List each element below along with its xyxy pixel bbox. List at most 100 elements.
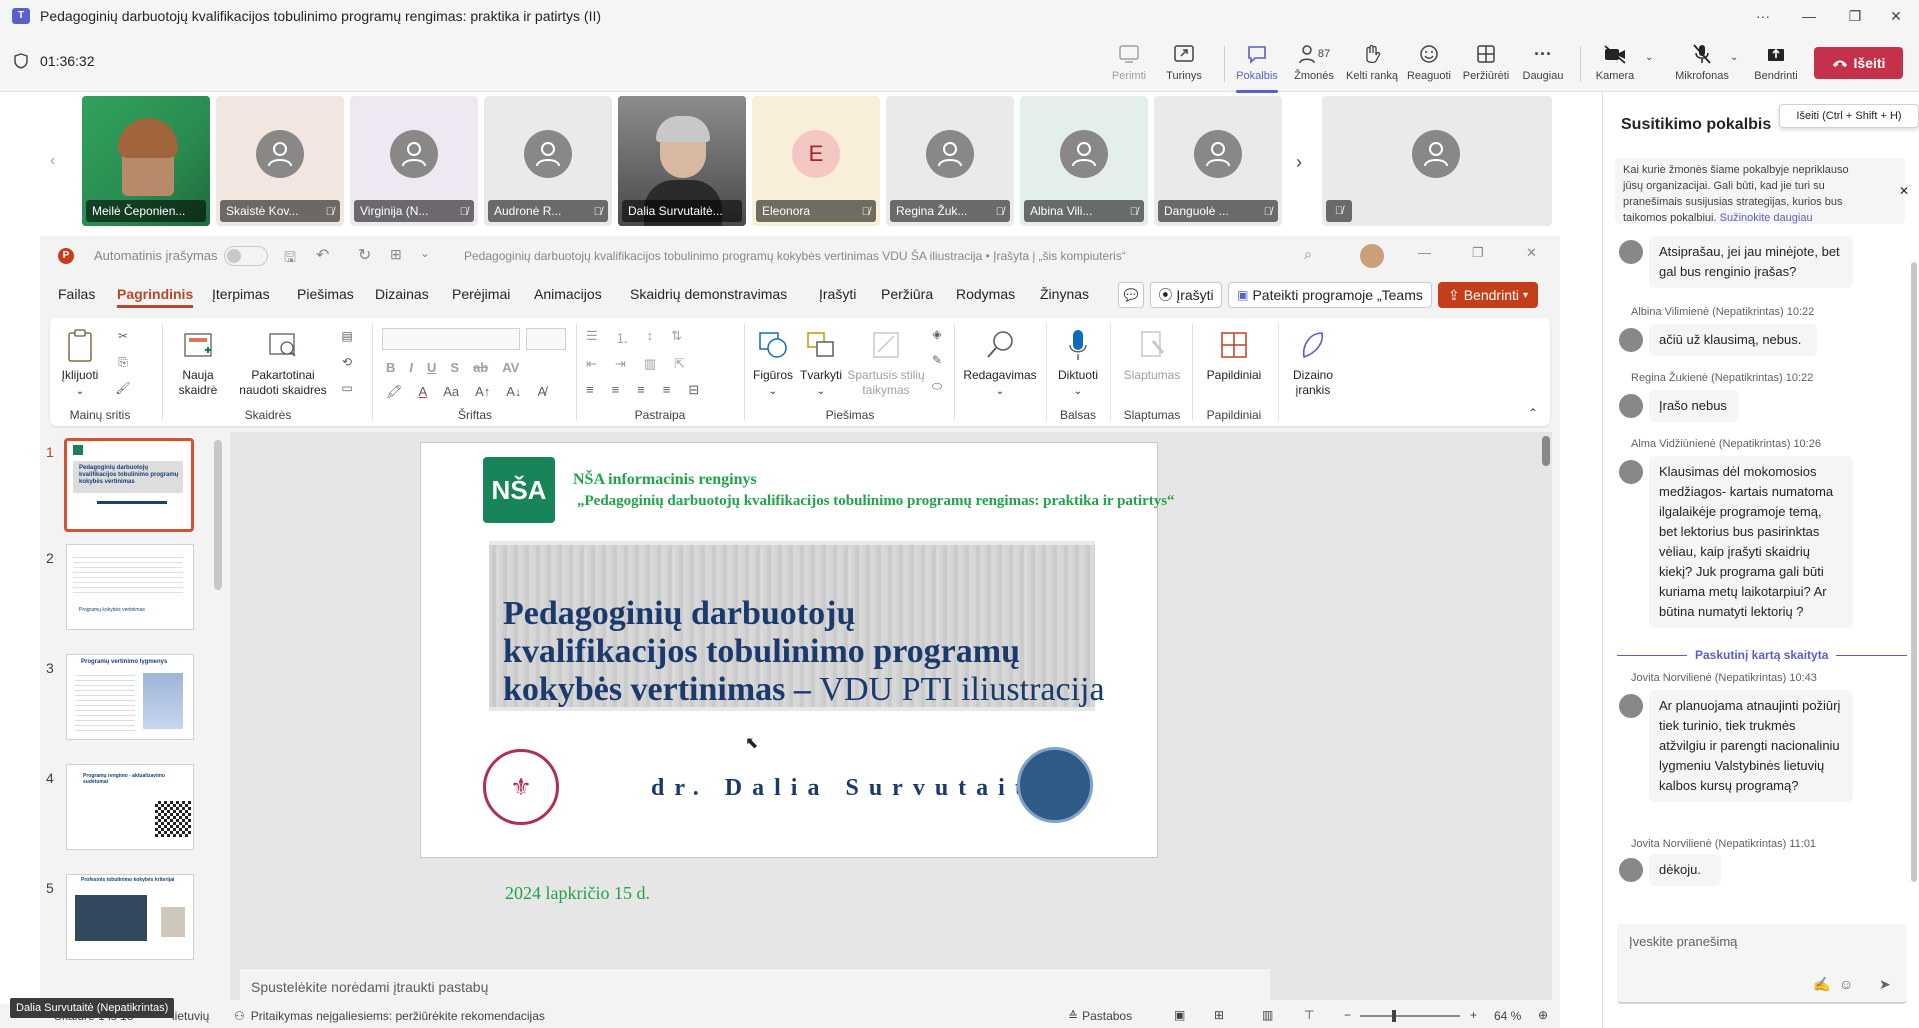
notes-toggle[interactable]: ≙ Pastabos [1068, 1009, 1132, 1023]
comments-icon[interactable]: 💬 [1118, 282, 1144, 308]
participant-tile[interactable]: 🎙̸ [1322, 96, 1552, 226]
tab-file[interactable]: Failas [58, 286, 95, 302]
shape-fill-icon[interactable]: ◈ [928, 326, 946, 342]
mic-options-chevron-icon[interactable]: ⌄ [1730, 52, 1738, 63]
justify-icon[interactable]: ≡ [663, 382, 671, 398]
participant-tile-active-speaker[interactable]: Dalia Survutaitė... [618, 96, 746, 226]
share-button[interactable]: Bendrinti [1747, 42, 1805, 82]
present-icon[interactable]: ⊞ [390, 246, 402, 263]
gallery-prev-icon[interactable]: ‹ [50, 152, 55, 170]
ppt-restore-icon[interactable]: ❐ [1472, 245, 1484, 261]
autosave-toggle[interactable] [224, 246, 268, 266]
tab-record[interactable]: Įrašyti [819, 286, 856, 302]
undo-icon[interactable]: ↶ [316, 245, 329, 265]
shape-effects-icon[interactable]: ⬭ [928, 378, 946, 394]
editing-button[interactable]: Redagavimas ⌄ [958, 326, 1042, 399]
slide-thumbnail-5[interactable]: Profesinis tobulinimo kokybės kriterijai [66, 874, 194, 960]
slide-scrollbar[interactable] [1542, 436, 1550, 466]
language-status[interactable]: lietuvių [172, 1009, 209, 1023]
camera-button[interactable]: Kamera [1586, 42, 1644, 82]
cut-icon[interactable]: ✂ [114, 328, 132, 344]
more-button[interactable]: ··· Daugiau [1514, 42, 1572, 83]
reuse-slides-button[interactable]: Pakartotinai naudoti skaidres [238, 326, 328, 398]
section-icon[interactable]: ▭ [338, 380, 356, 396]
increase-indent-icon[interactable]: ⇥ [615, 356, 626, 372]
people-button[interactable]: 87 Žmonės [1285, 42, 1343, 82]
ppt-close-icon[interactable]: ✕ [1526, 245, 1537, 261]
message-input[interactable]: Įveskite pranešimą ✍ ☺ ➤ [1617, 924, 1907, 1004]
user-avatar[interactable] [1360, 244, 1384, 268]
react-button[interactable]: Reaguoti [1400, 42, 1458, 82]
tab-view[interactable]: Rodymas [956, 286, 1015, 302]
sensitivity-button[interactable]: Slaptumas [1116, 326, 1188, 383]
slide-sorter-icon[interactable]: ⊞ [1214, 1008, 1224, 1022]
leave-button[interactable]: Išeiti [1814, 47, 1903, 79]
zoom-in-icon[interactable]: + [1470, 1008, 1477, 1022]
minimize-button[interactable]: — [1786, 0, 1832, 32]
chat-scrollbar[interactable] [1911, 262, 1917, 882]
zoom-out-icon[interactable]: − [1344, 1008, 1351, 1022]
document-title[interactable]: Pedagoginių darbuotojų kvalifikacijos to… [464, 249, 1126, 263]
customize-qat-icon[interactable]: ⌄ [420, 246, 430, 260]
char-spacing-icon[interactable]: AV [502, 360, 519, 375]
participant-tile[interactable]: Skaistė Kov... 🎙̸ [216, 96, 344, 226]
tab-draw[interactable]: Piešimas [297, 286, 354, 302]
restore-button[interactable]: ❐ [1832, 0, 1878, 32]
strikethrough-icon[interactable]: ab [473, 360, 488, 375]
line-spacing-icon[interactable]: ↕ [647, 328, 654, 347]
slideshow-view-icon[interactable]: ⊤ [1304, 1008, 1314, 1022]
share-document-button[interactable]: ⇪ Bendrinti ▾ [1438, 282, 1538, 308]
participant-tile[interactable]: Meilė Čeponien... [82, 96, 210, 226]
change-case-icon[interactable]: Aa [443, 384, 459, 400]
participant-tile[interactable]: Regina Žuk... 🎙̸ [886, 96, 1014, 226]
new-slide-button[interactable]: Nauja skaidrė [168, 326, 228, 398]
redo-icon[interactable]: ↻ [358, 245, 371, 265]
grow-font-icon[interactable]: A↑ [475, 384, 490, 400]
collapse-ribbon-icon[interactable]: ⌃ [1528, 406, 1538, 420]
zoom-level[interactable]: 64 % [1494, 1009, 1521, 1023]
font-size-select[interactable] [526, 328, 566, 350]
notes-pane[interactable]: Spustelėkite norėdami įtraukti pastabų [240, 968, 1270, 1004]
tab-animations[interactable]: Animacijos [534, 286, 602, 302]
quick-styles-button[interactable]: Spartusis stilių taikymas [846, 326, 926, 398]
numbering-icon[interactable]: ⒈ [616, 328, 629, 347]
align-center-icon[interactable]: ≡ [612, 382, 620, 398]
normal-view-icon[interactable]: ▣ [1174, 1008, 1185, 1022]
align-left-icon[interactable]: ≡ [586, 382, 594, 398]
arrange-button[interactable]: Tvarkyti ⌄ [798, 326, 844, 399]
tab-review[interactable]: Peržiūra [881, 286, 933, 302]
reset-icon[interactable]: ⟲ [338, 354, 356, 370]
tab-design[interactable]: Dizainas [375, 286, 429, 302]
underline-icon[interactable]: U [427, 360, 436, 375]
align-text-icon[interactable]: ⊟ [688, 382, 699, 398]
slide-thumbnail-4[interactable]: Programų rengimo - aktualizavimo sudėtum… [66, 764, 194, 850]
view-button[interactable]: Peržiūrėti [1457, 42, 1515, 82]
record-button[interactable]: ⦿ Įrašyti [1150, 282, 1222, 308]
participant-tile[interactable]: Albina Vili... 🎙̸ [1020, 96, 1148, 226]
present-in-teams-button[interactable]: ▣ Pateikti programoje „Teams [1228, 282, 1432, 308]
sort-icon[interactable]: ⇅ [671, 328, 682, 347]
more-options-icon[interactable]: ··· [1740, 0, 1786, 32]
shadow-icon[interactable]: S [450, 360, 459, 375]
shape-outline-icon[interactable]: ✎ [928, 352, 946, 368]
format-painter-icon[interactable]: 🖌 [114, 380, 132, 396]
emoji-icon[interactable]: ☺ [1839, 976, 1853, 992]
align-right-icon[interactable]: ≡ [637, 382, 645, 398]
microphone-button[interactable]: Mikrofonas [1666, 42, 1738, 82]
slide-thumbnail-1[interactable]: Pedagoginių darbuotojų kvalifikacijos to… [64, 438, 194, 532]
clear-format-icon[interactable]: A̸ [537, 384, 546, 400]
fit-to-window-icon[interactable]: ⊕ [1538, 1008, 1548, 1022]
learn-more-link[interactable]: Sužinokite daugiau [1720, 212, 1813, 224]
take-control-button[interactable]: Perimti [1100, 42, 1158, 82]
tab-insert[interactable]: Įterpimas [212, 286, 270, 302]
search-icon[interactable]: ⌕ [1304, 246, 1312, 263]
camera-options-chevron-icon[interactable]: ⌄ [1645, 52, 1653, 63]
participant-tile[interactable]: Audronė R... 🎙̸ [484, 96, 612, 226]
addins-button[interactable]: Papildiniai [1196, 326, 1272, 383]
bullets-icon[interactable]: ☰ [586, 328, 598, 347]
current-slide[interactable]: NŠA NŠA informacinis renginys „Pedagogin… [420, 442, 1175, 903]
shrink-font-icon[interactable]: A↓ [506, 384, 521, 400]
tab-transitions[interactable]: Perėjimai [452, 286, 510, 302]
bold-icon[interactable]: B [386, 360, 395, 375]
reading-view-icon[interactable]: ▥ [1262, 1008, 1273, 1022]
